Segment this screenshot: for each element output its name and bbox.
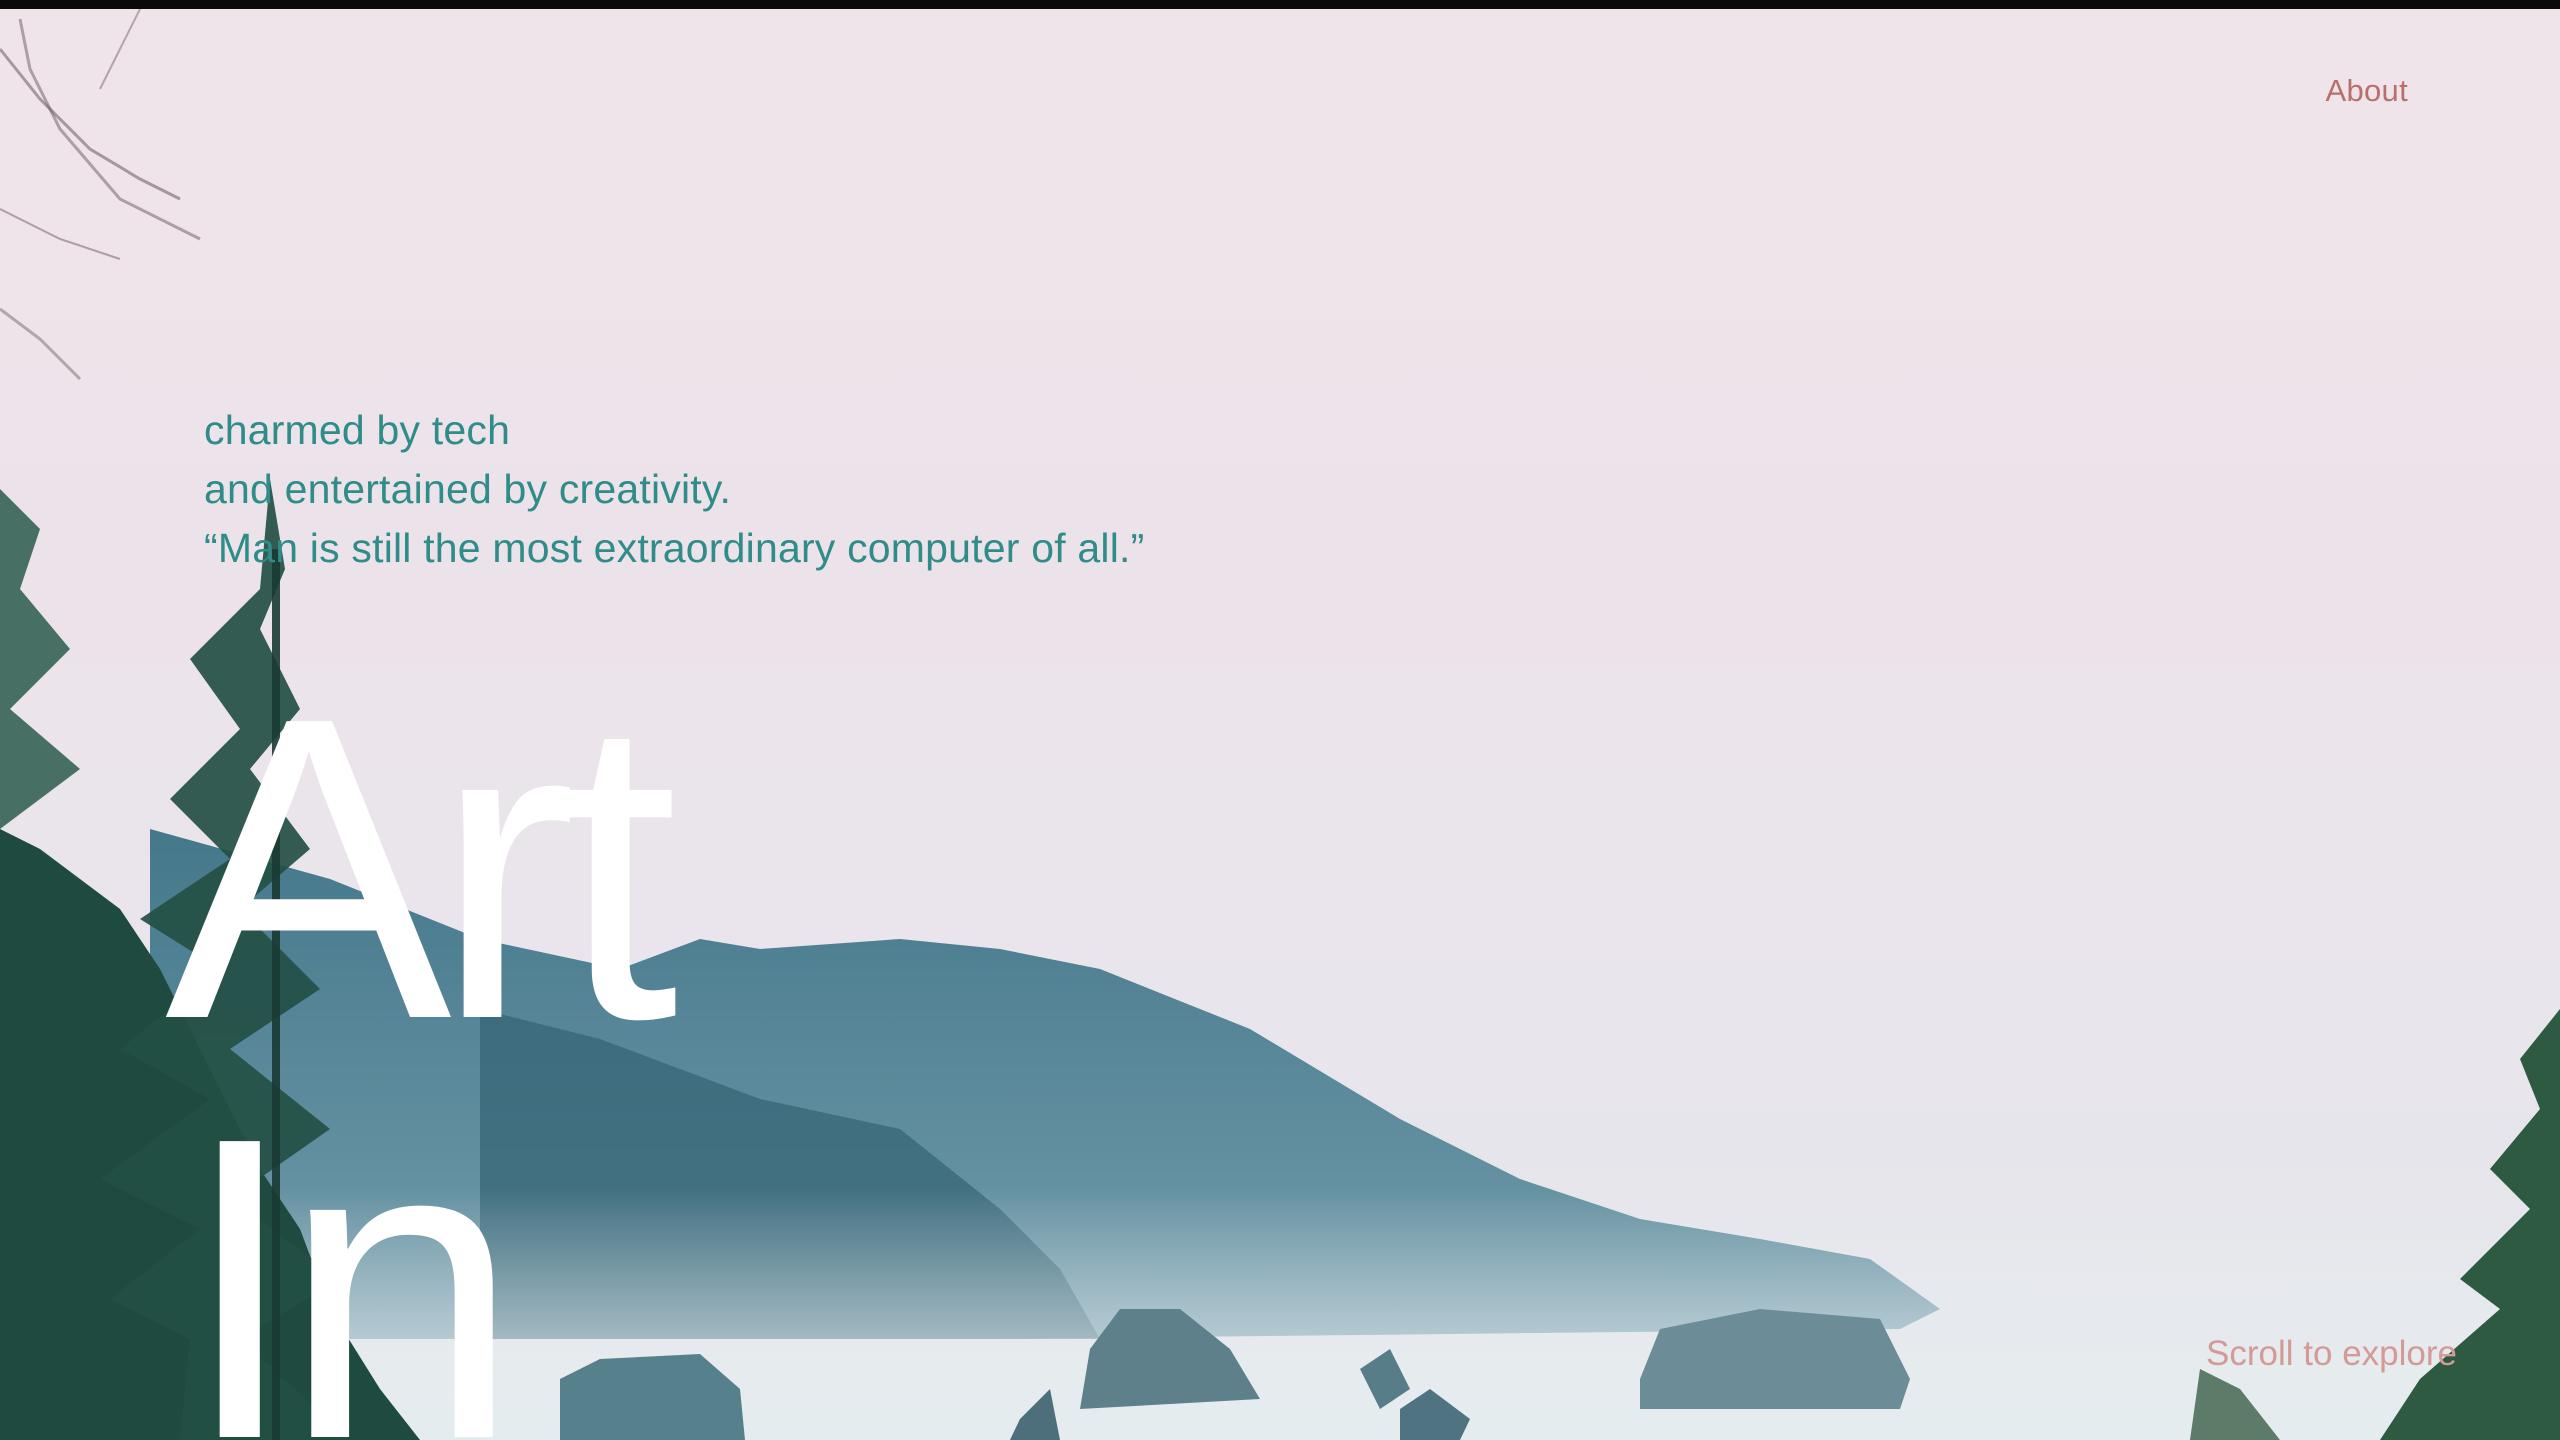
nav-about-link[interactable]: About xyxy=(2325,73,2408,109)
headline-word-in: In xyxy=(180,1049,521,1440)
headline-word-art: Art xyxy=(165,629,678,1109)
hero-tagline: charmed by tech and entertained by creat… xyxy=(204,401,1144,578)
hero-section: About charmed by tech and entertained by… xyxy=(0,9,2560,1440)
top-bar xyxy=(0,0,2560,9)
page: About charmed by tech and entertained by… xyxy=(0,0,2560,1440)
tagline-line-1: charmed by tech xyxy=(204,407,511,453)
tagline-line-2: and entertained by creativity. xyxy=(204,466,732,512)
tagline-line-3: “Man is still the most extraordinary com… xyxy=(204,525,1145,571)
scroll-hint[interactable]: Scroll to explore xyxy=(2206,1334,2457,1374)
